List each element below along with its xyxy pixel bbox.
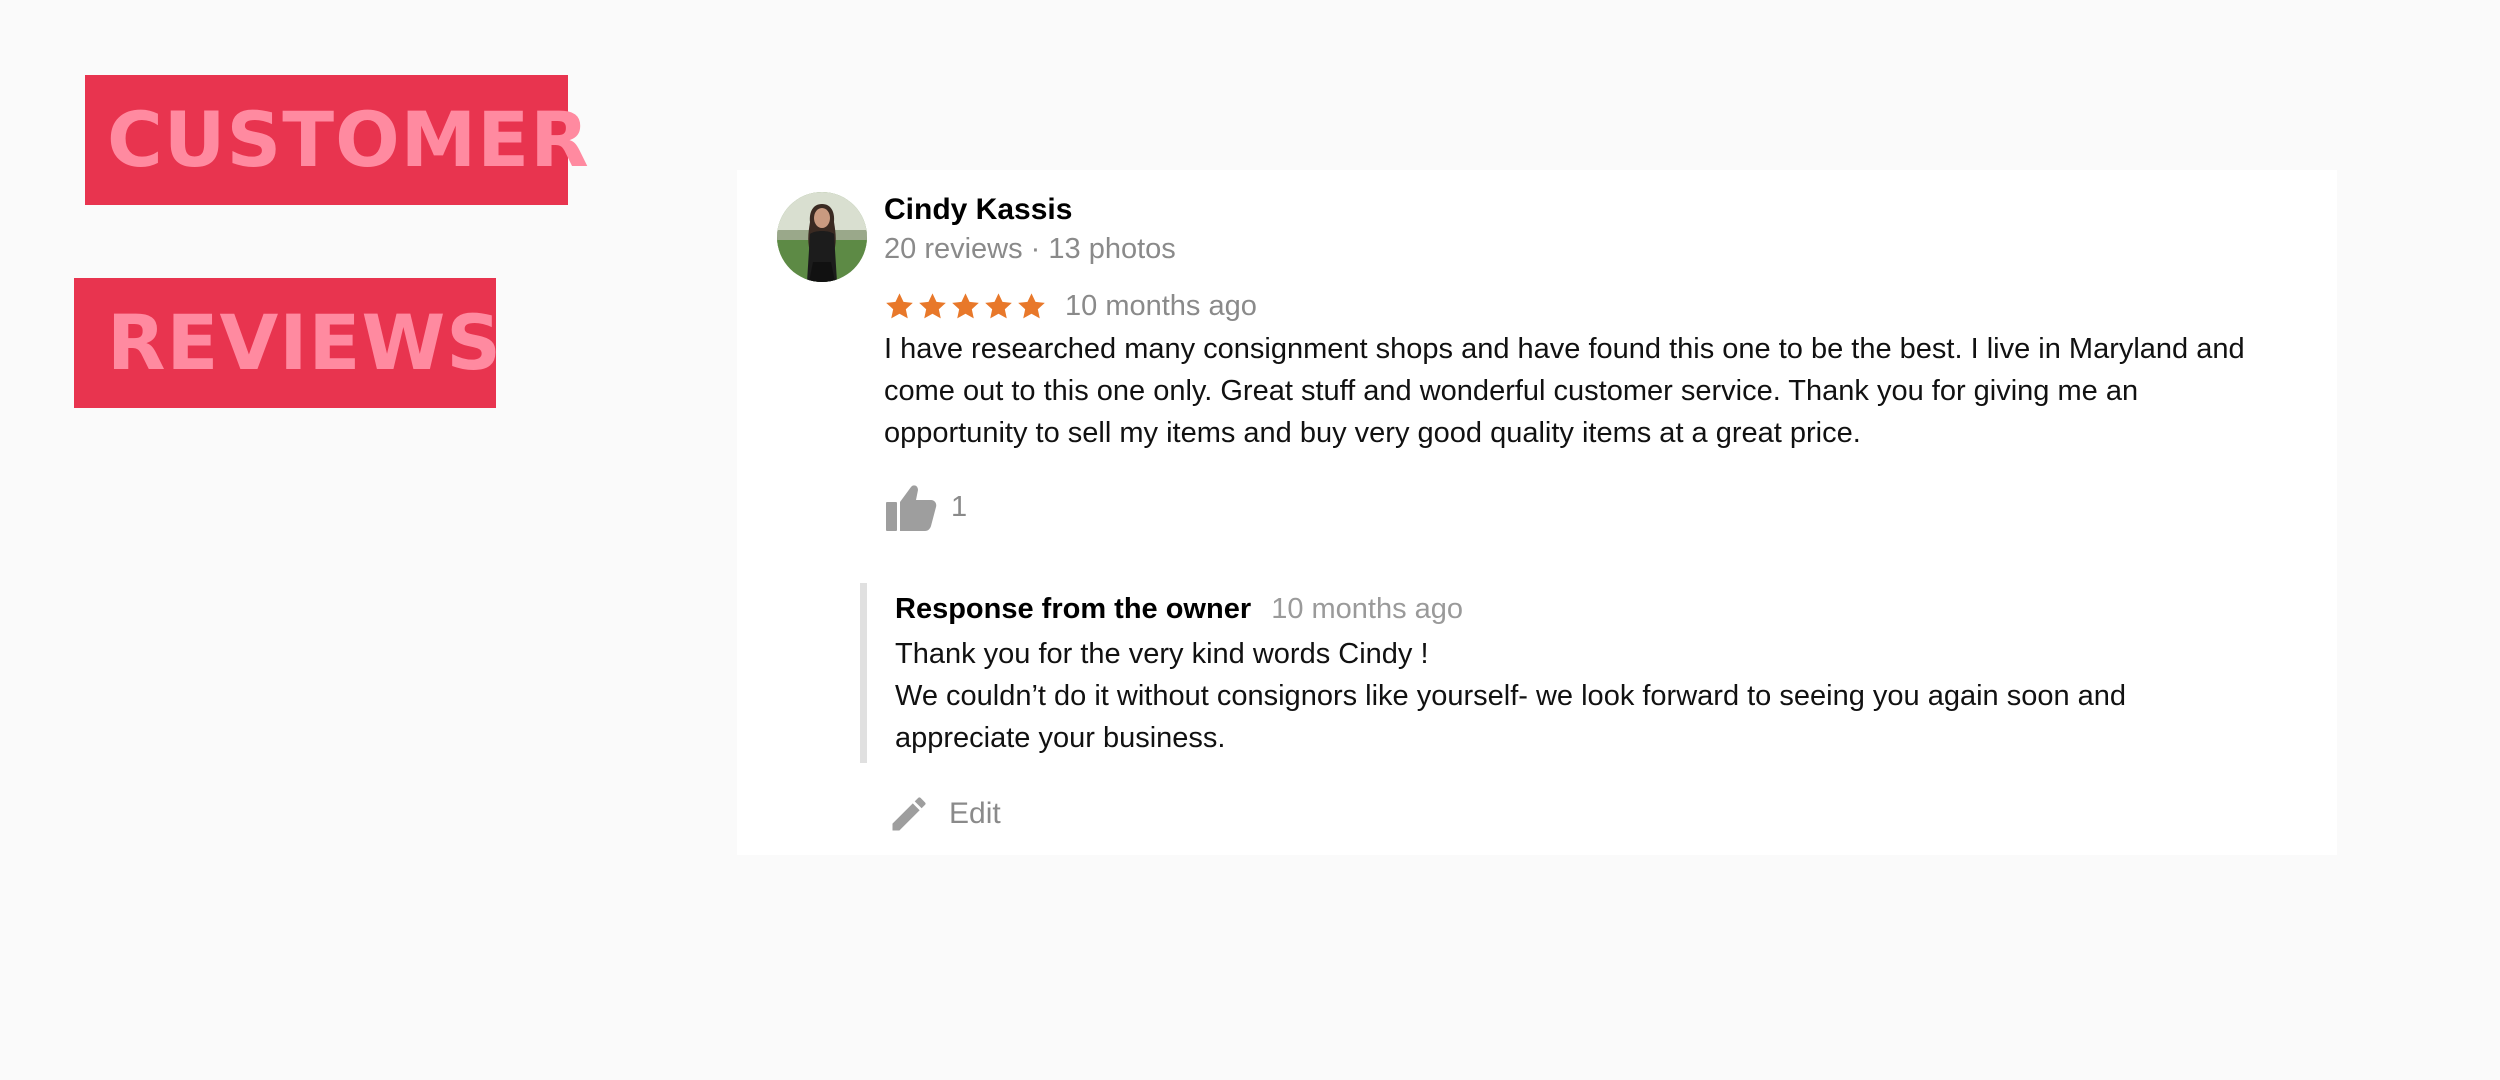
star-icon [985,292,1012,318]
star-icon [919,292,946,318]
star-icon [952,292,979,318]
review-card: Cindy Kassis 20 reviews · 13 photos 10 m… [737,170,2337,855]
thumbs-up-icon [886,485,937,531]
owner-response-title: Response from the owner [895,593,1252,625]
owner-response-header: Response from the owner 10 months ago [895,593,1463,626]
edit-button[interactable]: Edit [887,790,1001,838]
like-count: 1 [951,490,968,523]
reviewer-meta: 20 reviews · 13 photos [884,233,1176,265]
review-time: 10 months ago [1065,289,1257,322]
heading-reviews: REVIEWS [74,278,501,408]
star-icon [1018,292,1045,318]
heading-customer: CUSTOMER [85,75,589,205]
heading-reviews-text: REVIEWS [107,298,503,387]
rating-row: 10 months ago [884,286,1257,326]
edit-label: Edit [949,797,1001,830]
avatar-photo-icon [777,192,867,282]
like-button[interactable]: 1 [885,482,967,532]
pencil-icon [892,797,926,831]
user-avatar[interactable] [777,192,867,282]
owner-response: Response from the owner 10 months ago Th… [860,583,2280,763]
star-rating [884,291,1047,322]
review-text: I have researched many consignment shops… [884,333,2245,449]
reviewer-name[interactable]: Cindy Kassis [884,193,1072,227]
owner-response-time: 10 months ago [1271,593,1464,625]
owner-response-text: Thank you for the very kind words Cindy … [895,638,2127,754]
heading-customer-text: CUSTOMER [107,95,590,184]
star-icon [886,292,913,318]
